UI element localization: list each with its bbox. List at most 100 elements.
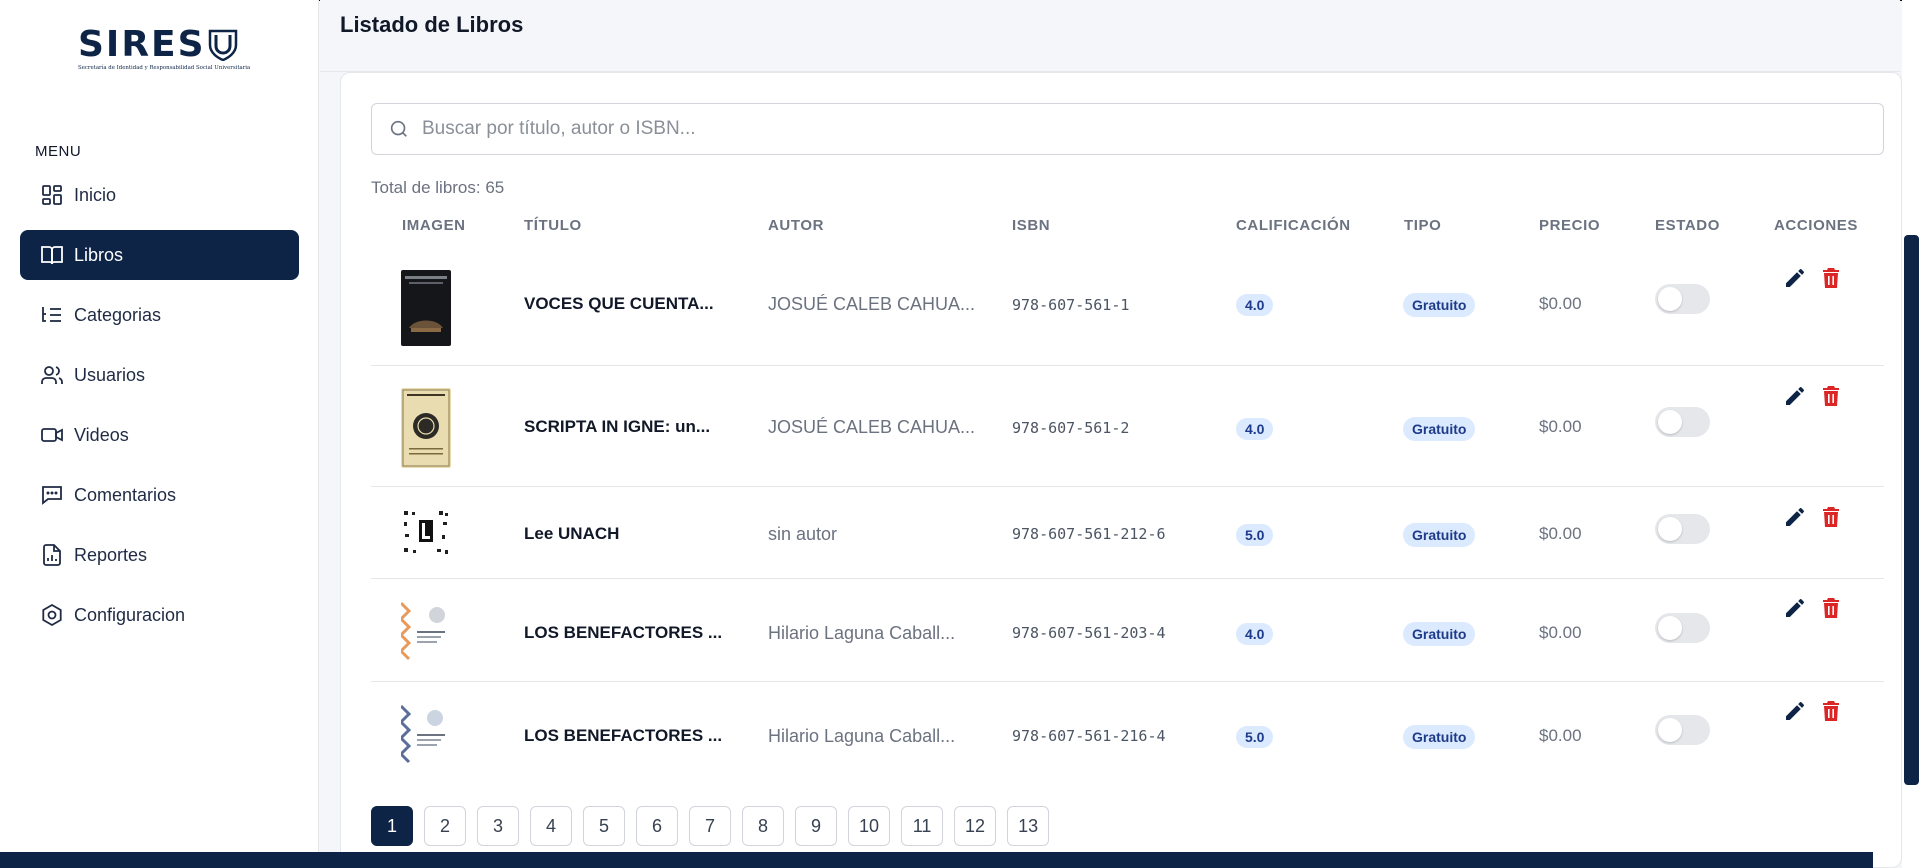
book-cover-image[interactable] <box>401 702 451 766</box>
column-header-estado[interactable]: ESTADO <box>1655 217 1720 234</box>
book-author: JOSUÉ CALEB CAHUA... <box>768 294 976 314</box>
book-price: $0.00 <box>1539 524 1582 543</box>
rating-badge: 4.0 <box>1236 418 1274 440</box>
delete-icon[interactable] <box>1819 699 1843 723</box>
rating-badge: 4.0 <box>1236 294 1274 316</box>
sidebar-item-label: Videos <box>74 424 129 445</box>
column-header-precio[interactable]: PRECIO <box>1539 217 1600 234</box>
book-author: Hilario Laguna Caball... <box>768 726 956 746</box>
app: SIRES Secretaría de Identidad y Responsa… <box>0 0 1919 868</box>
book-price: $0.00 <box>1539 417 1582 436</box>
status-toggle[interactable] <box>1655 407 1710 437</box>
edit-icon[interactable] <box>1783 384 1807 408</box>
delete-icon[interactable] <box>1819 384 1843 408</box>
column-header-calificacion[interactable]: CALIFICACIÓN <box>1236 217 1351 234</box>
sidebar-item-label: Inicio <box>74 184 117 205</box>
book-author: JOSUÉ CALEB CAHUA... <box>768 417 976 437</box>
book-cover-image[interactable] <box>401 599 451 663</box>
page-button-2[interactable]: 2 <box>424 806 466 846</box>
page-button-12[interactable]: 12 <box>954 806 997 846</box>
page-button-5[interactable]: 5 <box>583 806 625 846</box>
edit-icon[interactable] <box>1783 266 1807 290</box>
edit-icon[interactable] <box>1783 505 1807 529</box>
book-cover-image[interactable] <box>401 270 451 346</box>
sidebar-item-label: Configuracion <box>74 604 186 625</box>
delete-icon[interactable] <box>1819 266 1843 290</box>
status-toggle[interactable] <box>1655 514 1710 544</box>
book-price: $0.00 <box>1539 294 1582 313</box>
page-button-13[interactable]: 13 <box>1007 806 1050 846</box>
sidebar-item-comentarios[interactable]: Comentarios <box>20 470 299 520</box>
edit-icon[interactable] <box>1783 596 1807 620</box>
delete-icon[interactable] <box>1819 505 1843 529</box>
column-header-titulo[interactable]: TÍTULO <box>524 217 582 234</box>
book-title: LOS BENEFACTORES ... <box>524 726 723 745</box>
book-isbn: 978-607-561-212-6 <box>1012 525 1166 543</box>
sidebar-item-label: Comentarios <box>74 484 177 505</box>
page-button-1[interactable]: 1 <box>371 806 413 846</box>
search-box <box>371 103 1884 155</box>
search-icon <box>390 120 407 137</box>
sidebar-item-usuarios[interactable]: Usuarios <box>20 350 299 400</box>
sidebar-item-libros[interactable]: Libros <box>20 230 299 280</box>
edit-icon[interactable] <box>1783 699 1807 723</box>
status-toggle[interactable] <box>1655 613 1710 643</box>
book-cover-image[interactable] <box>401 388 451 468</box>
report-icon <box>40 543 64 567</box>
sidebar-item-configuracion[interactable]: Configuracion <box>20 590 299 640</box>
books-table: IMAGEN TÍTULO AUTOR ISBN CALIFICACIÓN TI… <box>371 212 1884 782</box>
book-isbn: 978-607-561-203-4 <box>1012 624 1166 642</box>
column-header-acciones[interactable]: ACCIONES <box>1774 217 1858 234</box>
pagination: 1 2 3 4 5 6 7 8 9 10 11 12 13 <box>371 806 1060 846</box>
book-price: $0.00 <box>1539 623 1582 642</box>
rating-badge: 5.0 <box>1236 524 1274 546</box>
scrollbar-thumb[interactable] <box>1904 235 1919 785</box>
column-header-autor[interactable]: AUTOR <box>768 217 824 234</box>
page-button-6[interactable]: 6 <box>636 806 678 846</box>
sidebar-nav: Inicio Libros Categorias Usuarios Videos… <box>20 170 299 650</box>
total-books-label: Total de libros: 65 <box>371 178 505 197</box>
delete-icon[interactable] <box>1819 596 1843 620</box>
page-title: Listado de Libros <box>340 12 524 37</box>
table-row: VOCES QUE CUENTA... JOSUÉ CALEB CAHUA...… <box>371 242 1884 366</box>
sidebar-item-label: Libros <box>74 244 124 265</box>
menu-title: MENU <box>35 143 82 160</box>
page-button-11[interactable]: 11 <box>901 806 944 846</box>
sidebar-item-label: Reportes <box>74 544 148 565</box>
sidebar-item-inicio[interactable]: Inicio <box>20 170 299 220</box>
type-badge: Gratuito <box>1403 417 1476 441</box>
footer-bar <box>0 852 1873 868</box>
sidebar: SIRES Secretaría de Identidad y Responsa… <box>0 0 319 868</box>
column-header-isbn[interactable]: ISBN <box>1012 217 1050 234</box>
table-row: SCRIPTA IN IGNE: un... JOSUÉ CALEB CAHUA… <box>371 366 1884 487</box>
sidebar-item-categorias[interactable]: Categorias <box>20 290 299 340</box>
book-title: Lee UNACH <box>524 524 620 543</box>
rating-badge: 4.0 <box>1236 623 1274 645</box>
book-cover-image[interactable] <box>401 508 451 558</box>
book-author: sin autor <box>768 524 838 544</box>
book-open-icon <box>40 243 64 267</box>
search-input[interactable] <box>422 118 1822 140</box>
book-title: LOS BENEFACTORES ... <box>524 623 723 642</box>
logo-subtitle: Secretaría de Identidad y Responsabilida… <box>78 65 251 71</box>
users-icon <box>40 363 64 387</box>
sidebar-item-videos[interactable]: Videos <box>20 410 299 460</box>
logo[interactable]: SIRES Secretaría de Identidad y Responsa… <box>78 24 251 76</box>
header <box>320 0 1900 72</box>
page-button-9[interactable]: 9 <box>795 806 837 846</box>
shield-icon <box>208 29 237 61</box>
page-button-4[interactable]: 4 <box>530 806 572 846</box>
page-button-7[interactable]: 7 <box>689 806 731 846</box>
status-toggle[interactable] <box>1655 284 1710 314</box>
page-button-8[interactable]: 8 <box>742 806 784 846</box>
column-header-imagen[interactable]: IMAGEN <box>402 217 466 234</box>
sidebar-item-reportes[interactable]: Reportes <box>20 530 299 580</box>
type-badge: Gratuito <box>1403 293 1476 317</box>
logo-text: SIRES <box>78 24 206 65</box>
page-button-10[interactable]: 10 <box>848 806 891 846</box>
status-toggle[interactable] <box>1655 715 1710 745</box>
table-row: LOS BENEFACTORES ... Hilario Laguna Caba… <box>371 682 1884 782</box>
column-header-tipo[interactable]: TIPO <box>1404 217 1441 234</box>
page-button-3[interactable]: 3 <box>477 806 519 846</box>
sidebar-item-label: Categorias <box>74 304 162 325</box>
